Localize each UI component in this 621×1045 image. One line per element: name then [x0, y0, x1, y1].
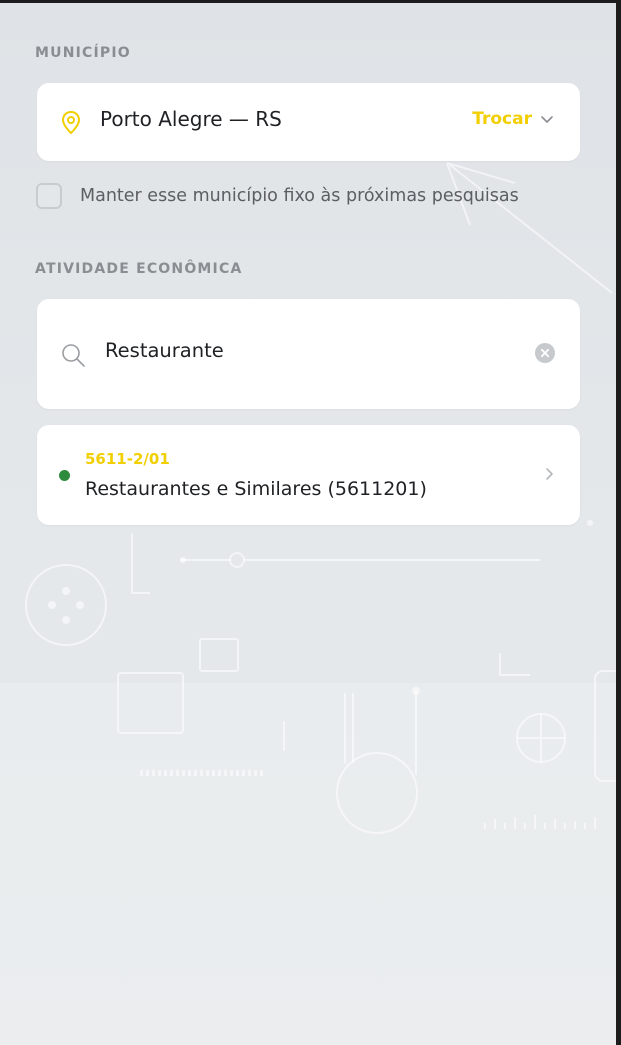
change-city-label: Trocar [472, 109, 532, 129]
municipio-selector[interactable]: Porto Alegre — RS Trocar [37, 83, 580, 161]
keep-city-checkbox[interactable] [36, 183, 62, 209]
search-icon [62, 344, 85, 367]
device-edge [616, 0, 621, 1045]
change-city-button[interactable]: Trocar [472, 109, 554, 129]
map-pin-icon [62, 111, 80, 134]
activity-search-input[interactable] [105, 337, 515, 363]
clear-icon[interactable] [534, 342, 556, 364]
keep-city-option[interactable]: Manter esse município fixo às próximas p… [36, 183, 519, 209]
search-result-item[interactable]: 5611-2/01 Restaurantes e Similares (5611… [37, 425, 580, 525]
chevron-right-icon [546, 468, 553, 480]
keep-city-label: Manter esse município fixo às próximas p… [80, 186, 519, 206]
app-screen: MUNICÍPIO Porto Alegre — RS Trocar Mante… [0, 0, 616, 1045]
result-code: 5611-2/01 [85, 450, 170, 468]
atividade-section-label: ATIVIDADE ECONÔMICA [35, 261, 243, 277]
municipio-section-label: MUNICÍPIO [35, 45, 131, 61]
status-dot [59, 470, 70, 481]
chevron-down-icon [541, 116, 553, 123]
result-name: Restaurantes e Similares (5611201) [85, 478, 427, 500]
activity-search-box [37, 299, 580, 409]
selected-city: Porto Alegre — RS [100, 107, 282, 131]
